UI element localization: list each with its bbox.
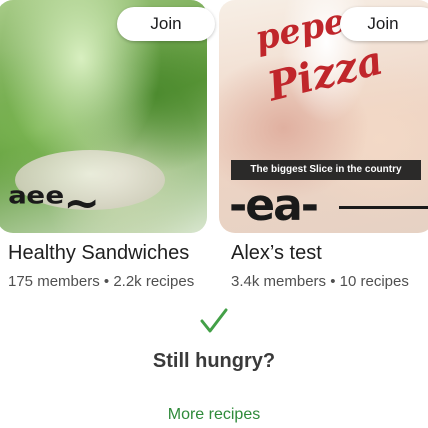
checkmark-icon <box>200 308 228 333</box>
community-title[interactable]: Alex’s test <box>231 242 322 265</box>
recipes-count: 2.2k recipes <box>113 273 195 290</box>
recipes-count: 10 recipes <box>339 273 409 290</box>
join-button-label: Join <box>367 14 399 33</box>
members-count: 3.4k members <box>231 273 327 290</box>
meta-separator: • <box>330 273 336 290</box>
members-count: 175 members <box>8 273 100 290</box>
poster-banner: The biggest Slice in the country <box>231 160 421 180</box>
community-meta: 175 members • 2.2k recipes <box>8 273 194 290</box>
community-title[interactable]: Healthy Sandwiches <box>8 242 189 265</box>
community-meta: 3.4k members • 10 recipes <box>231 273 409 290</box>
still-hungry-heading: Still hungry? <box>152 350 276 372</box>
doodle-graphic: ᵃᵉᵉ~ <box>7 178 100 229</box>
community-cards-page: ᵃᵉᵉ~ Join Healthy Sandwiches 175 members… <box>0 0 428 428</box>
join-button-alexs-test[interactable]: Join <box>340 7 428 41</box>
doodle-line <box>339 206 428 209</box>
doodle-graphic: -ea- <box>229 180 319 231</box>
meta-separator: • <box>103 273 110 290</box>
join-button-healthy-sandwiches[interactable]: Join <box>117 7 215 41</box>
join-button-label: Join <box>150 14 182 33</box>
more-recipes-link[interactable]: More recipes <box>0 406 428 424</box>
